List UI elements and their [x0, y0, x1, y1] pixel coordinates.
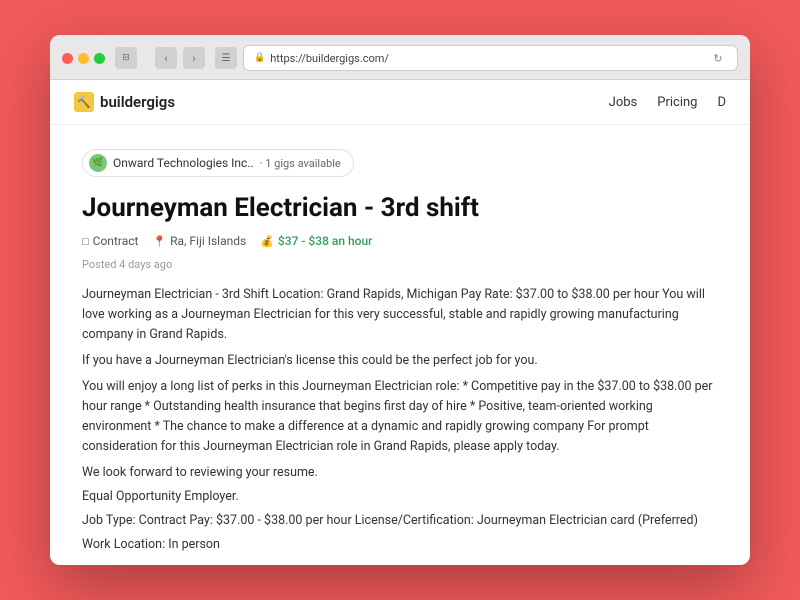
contract-icon: □ — [82, 235, 89, 248]
maximize-button[interactable] — [94, 53, 105, 64]
posted-date: Posted 4 days ago — [82, 258, 718, 271]
description-p7: Work Location: In person — [82, 535, 718, 555]
logo-icon-glyph: 🔨 — [77, 96, 91, 109]
nav-more[interactable]: D — [717, 95, 726, 110]
job-type-text: Contract — [93, 234, 139, 248]
description-p3: You will enjoy a long list of perks in t… — [82, 377, 718, 457]
company-name: Onward Technologies Inc.. — [113, 156, 254, 170]
nav-jobs[interactable]: Jobs — [609, 95, 638, 110]
back-button[interactable]: ‹ — [155, 47, 177, 69]
browser-window: ⊟ ‹ › ☰ 🔒 https://buildergigs.com/ ↻ 🔨 b… — [50, 35, 750, 565]
company-icon-glyph: 🌿 — [92, 158, 103, 168]
sidebar-toggle[interactable]: ⊟ — [115, 47, 137, 69]
job-location: 📍 Ra, Fiji Islands — [152, 234, 246, 248]
logo-icon: 🔨 — [74, 92, 94, 112]
location-text: Ra, Fiji Islands — [170, 234, 246, 248]
gigs-count: · 1 gigs available — [260, 157, 341, 170]
company-icon: 🌿 — [89, 154, 107, 172]
url-text: https://buildergigs.com/ — [270, 52, 389, 65]
description-p5: Equal Opportunity Employer. — [82, 487, 718, 507]
reader-mode-button[interactable]: ☰ — [215, 47, 237, 69]
location-icon: 📍 — [152, 235, 166, 248]
browser-chrome: ⊟ ‹ › ☰ 🔒 https://buildergigs.com/ ↻ — [50, 35, 750, 80]
nav-pricing[interactable]: Pricing — [657, 95, 697, 110]
description-p4: We look forward to reviewing your resume… — [82, 463, 718, 483]
job-description: Journeyman Electrician - 3rd Shift Locat… — [82, 285, 718, 555]
job-salary: 💰 $37 - $38 an hour — [260, 234, 372, 248]
job-meta: □ Contract 📍 Ra, Fiji Islands 💰 $37 - $3… — [82, 234, 718, 248]
job-type: □ Contract — [82, 234, 138, 248]
company-badge: 🌿 Onward Technologies Inc.. · 1 gigs ava… — [82, 149, 354, 177]
address-bar[interactable]: 🔒 https://buildergigs.com/ ↻ — [243, 45, 738, 71]
site-nav: 🔨 buildergigs Jobs Pricing D — [50, 80, 750, 125]
lock-icon: 🔒 — [254, 53, 265, 63]
page-content: 🔨 buildergigs Jobs Pricing D 🌿 Onward Te… — [50, 80, 750, 565]
close-button[interactable] — [62, 53, 73, 64]
forward-button[interactable]: › — [183, 47, 205, 69]
salary-text: $37 - $38 an hour — [278, 234, 372, 248]
salary-icon: 💰 — [260, 235, 274, 248]
address-bar-container: ☰ 🔒 https://buildergigs.com/ ↻ — [215, 45, 738, 71]
logo-text: buildergigs — [100, 93, 175, 111]
job-title: Journeyman Electrician - 3rd shift — [82, 193, 718, 224]
nav-controls: ‹ › — [155, 47, 205, 69]
description-text: Journeyman Electrician - 3rd Shift Locat… — [82, 285, 718, 345]
site-logo: 🔨 buildergigs — [74, 92, 175, 112]
traffic-lights — [62, 53, 105, 64]
description-p2: If you have a Journeyman Electrician's l… — [82, 351, 718, 371]
description-p6: Job Type: Contract Pay: $37.00 - $38.00 … — [82, 511, 718, 531]
minimize-button[interactable] — [78, 53, 89, 64]
nav-links: Jobs Pricing D — [609, 95, 726, 110]
main-content: 🌿 Onward Technologies Inc.. · 1 gigs ava… — [50, 125, 750, 565]
reload-button[interactable]: ↻ — [709, 49, 727, 67]
